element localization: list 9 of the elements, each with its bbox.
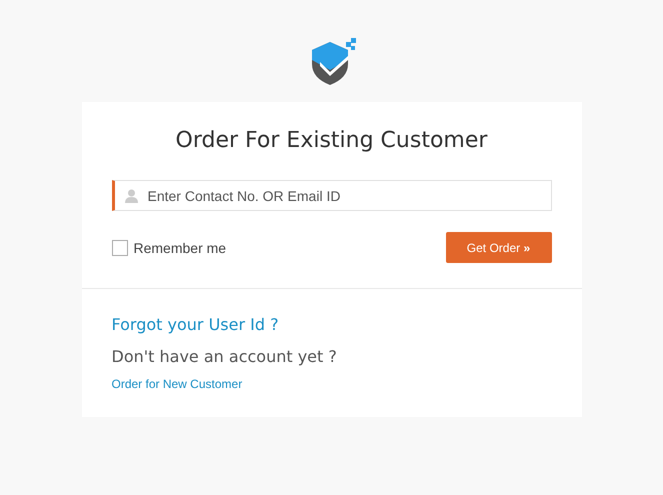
user-icon [124, 189, 138, 203]
get-order-button[interactable]: Get Order » [446, 232, 552, 263]
form-title: Order For Existing Customer [174, 128, 488, 153]
contact-field[interactable]: Enter Contact No. OR Email ID [112, 180, 552, 211]
no-account-text: Don't have an account yet ? [112, 347, 338, 366]
remember-checkbox[interactable] [112, 240, 128, 256]
new-customer-link[interactable]: Order for New Customer [112, 377, 242, 391]
remember-label: Remember me [134, 240, 226, 256]
forgot-link[interactable]: Forgot your User Id ? [112, 315, 279, 334]
